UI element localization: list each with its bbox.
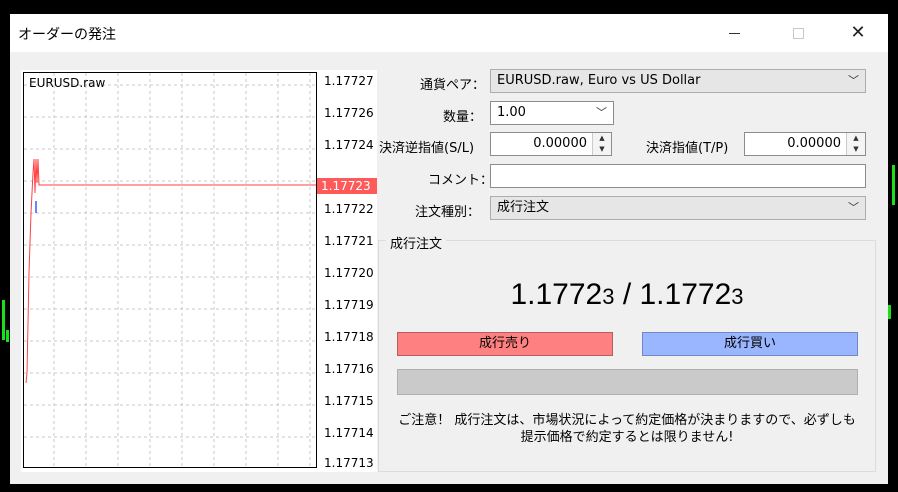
arrow-up-icon[interactable]: ▲ <box>593 133 611 144</box>
arrow-up-icon[interactable]: ▲ <box>847 133 865 144</box>
tp-spinner[interactable]: ▲ ▼ <box>846 133 865 155</box>
bid-line <box>25 158 316 384</box>
close-icon: ✕ <box>850 22 866 43</box>
status-bar <box>397 369 858 395</box>
order-type-select[interactable]: 成行注文 ﹀ <box>490 196 866 220</box>
order-type-value: 成行注文 <box>497 200 550 215</box>
sl-label: 決済逆指値(S/L) <box>379 141 475 156</box>
sl-spinner[interactable]: ▲ ▼ <box>592 133 611 155</box>
maximize-button[interactable] <box>776 14 820 52</box>
window-title: オーダーの発注 <box>18 27 116 43</box>
group-title: 成行注文 <box>386 233 447 252</box>
price-axis-label: 1.17722 <box>324 202 374 216</box>
ask-last-digit: 3 <box>731 284 744 309</box>
tp-value: 0.00000 <box>787 136 841 151</box>
price-axis-label: 1.17724 <box>324 138 374 152</box>
tick-chart: EURUSD.raw 1.17727 1.17726 1.17724 1.177… <box>21 70 377 472</box>
pair-value: EURUSD.raw, Euro vs US Dollar <box>497 73 701 88</box>
sell-by-market-button[interactable]: 成行売り <box>397 332 613 356</box>
chevron-down-icon: ﹀ <box>596 106 607 119</box>
title-bar: オーダーの発注 ✕ <box>10 14 888 52</box>
price-axis-label: 1.17720 <box>324 266 374 280</box>
bid-last-digit: 3 <box>602 284 615 309</box>
order-type-label: 注文種別： <box>415 205 481 220</box>
chart-symbol: EURUSD.raw <box>29 76 106 90</box>
sl-input[interactable]: 0.00000 ▲ ▼ <box>490 132 612 156</box>
arrow-down-icon[interactable]: ▼ <box>847 144 865 155</box>
pair-select[interactable]: EURUSD.raw, Euro vs US Dollar ﹀ <box>490 69 866 93</box>
arrow-down-icon[interactable]: ▼ <box>593 144 611 155</box>
notice-line: ご注意！ 成行注文は、市場状況によって約定価格が決まりますので、必ずしも <box>398 413 856 428</box>
volume-combo[interactable]: 1.00 ﹀ <box>490 101 614 125</box>
price-axis-label: 1.17714 <box>324 426 374 440</box>
quote-separator: / <box>614 278 640 311</box>
notice-text: ご注意！ 成行注文は、市場状況によって約定価格が決まりますので、必ずしも 提示価… <box>378 412 876 446</box>
comment-label: コメント： <box>428 173 494 188</box>
minimize-button[interactable] <box>712 14 756 52</box>
price-axis-label: 1.17719 <box>324 298 374 312</box>
tp-label: 決済指値(T/P) <box>646 141 729 156</box>
chevron-down-icon: ﹀ <box>848 74 859 87</box>
price-axis-label: 1.17726 <box>324 106 374 120</box>
volume-value: 1.00 <box>497 105 526 120</box>
pair-label: 通貨ペア： <box>420 78 486 93</box>
bid-price: 1.1772 <box>510 278 603 311</box>
quote-display: 1.17723 / 1.17723 <box>378 278 876 312</box>
close-button[interactable]: ✕ <box>836 14 880 52</box>
buy-by-market-button[interactable]: 成行買い <box>642 332 858 356</box>
notice-line: 提示価格で約定するとは限りません! <box>520 430 734 445</box>
price-axis-label: 1.17713 <box>324 456 374 470</box>
order-dialog: オーダーの発注 ✕ EURUSD.raw 1.17727 1.17726 1.1… <box>10 14 888 484</box>
chart-svg <box>24 73 316 467</box>
price-axis-label: 1.17715 <box>324 394 374 408</box>
sl-value: 0.00000 <box>533 136 587 151</box>
price-axis-label: 1.17718 <box>324 330 374 344</box>
price-axis-label: 1.17721 <box>324 234 374 248</box>
chart-plot: EURUSD.raw <box>23 72 317 468</box>
volume-label: 数量： <box>443 110 483 125</box>
current-price-tag: 1.17723 <box>317 178 377 194</box>
minimize-icon <box>728 32 740 34</box>
maximize-icon <box>792 27 804 39</box>
comment-input[interactable] <box>490 164 866 188</box>
price-axis-label: 1.17716 <box>324 362 374 376</box>
tp-input[interactable]: 0.00000 ▲ ▼ <box>744 132 866 156</box>
ask-price: 1.1772 <box>639 278 732 311</box>
chevron-down-icon: ﹀ <box>848 201 859 214</box>
price-axis-label: 1.17727 <box>324 74 374 88</box>
